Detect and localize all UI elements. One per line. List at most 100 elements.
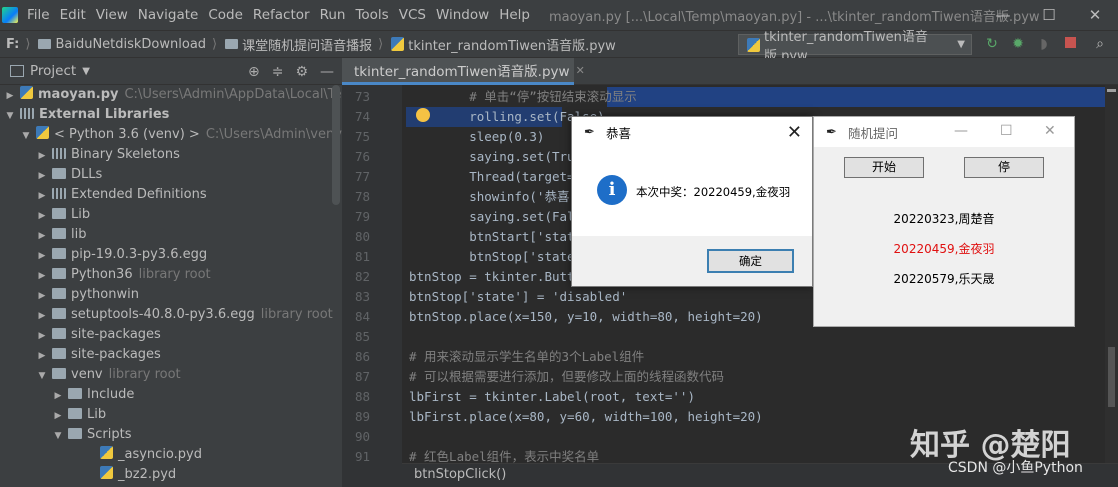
drive-label: F: xyxy=(6,36,20,52)
chevron-right-icon[interactable]: ▶ xyxy=(52,406,64,426)
tree-item[interactable]: ▶ pip-19.0.3-py3.6.egg xyxy=(0,245,342,265)
editor-tab[interactable]: tkinter_randomTiwen语音版.pyw ✕ xyxy=(342,58,585,85)
tree-item[interactable]: ▶ setuptools-40.8.0-py3.6.egg library root xyxy=(0,305,342,325)
chevron-down-icon[interactable]: ▼ xyxy=(20,126,32,146)
chevron-right-icon[interactable]: ▶ xyxy=(36,246,48,266)
hide-panel-icon[interactable]: — xyxy=(320,64,334,80)
chevron-right-icon[interactable]: ▶ xyxy=(36,186,48,206)
menu-navigate[interactable]: Navigate xyxy=(133,0,204,30)
stop-button[interactable]: 停 xyxy=(964,157,1044,178)
close-icon[interactable]: ✕ xyxy=(1044,123,1056,139)
minimize-icon[interactable]: — xyxy=(954,123,968,139)
run-configuration-select[interactable]: tkinter_randomTiwen语音版.pyw ▼ xyxy=(738,30,972,64)
selection-highlight xyxy=(607,87,1105,107)
tree-item-label: Extended Definitions xyxy=(71,187,207,202)
chevron-right-icon[interactable]: ▶ xyxy=(36,206,48,226)
gear-icon[interactable]: ⚙ xyxy=(295,64,308,80)
menu-help[interactable]: Help xyxy=(494,0,535,30)
locate-target-icon[interactable]: ⊕ xyxy=(248,64,260,80)
tree-item[interactable]: ▼ venv library root xyxy=(0,365,342,385)
tree-item[interactable]: ▶ maoyan.py C:\Users\Admin\AppData\Local\T… xyxy=(0,85,342,105)
tree-item-label: site-packages xyxy=(71,347,161,362)
chevron-down-icon[interactable]: ▼ xyxy=(4,106,16,126)
maximize-button[interactable]: ☐ xyxy=(1026,0,1072,30)
menu-vcs[interactable]: VCS xyxy=(394,0,431,30)
coverage-shield-icon[interactable]: ◗ xyxy=(1036,36,1052,52)
tree-item[interactable]: _bz2.pyd xyxy=(0,465,342,485)
project-tree-scrollbar[interactable] xyxy=(332,85,340,205)
chevron-right-icon[interactable]: ▶ xyxy=(4,86,16,106)
breadcrumb-item[interactable]: ⟩ 课堂随机提问语音播报 xyxy=(206,35,372,54)
random-question-window: ✒ 随机提问 — ☐ ✕ 开始 停 20220323,周楚音 20220459,… xyxy=(813,116,1075,327)
menu-view[interactable]: View xyxy=(91,0,133,30)
project-toolbar: ⊕ ≑ ⚙ — xyxy=(248,58,334,85)
stop-icon[interactable] xyxy=(1062,36,1078,52)
breadcrumb-item[interactable]: ⟩ tkinter_randomTiwen语音版.pyw xyxy=(372,35,616,54)
window-controls: — ☐ ✕ xyxy=(980,0,1118,30)
breadcrumb-item[interactable]: ⟩ BaiduNetdiskDownload xyxy=(19,37,206,52)
tree-item[interactable]: ▶ Python36 library root xyxy=(0,265,342,285)
chevron-right-icon[interactable]: ▶ xyxy=(52,386,64,406)
chevron-right-icon[interactable]: ▶ xyxy=(36,266,48,286)
chevron-right-icon[interactable]: ▶ xyxy=(36,346,48,366)
csdn-watermark: CSDN @小鱼Python xyxy=(948,460,1083,476)
rerun-icon[interactable]: ↻ xyxy=(984,36,1000,52)
line-number: 90 xyxy=(354,429,370,444)
code-line: # 可以根据需要进行添加，但要修改上面的线程函数代码 xyxy=(409,369,725,384)
menu-tools[interactable]: Tools xyxy=(350,0,393,30)
collapse-all-icon[interactable]: ≑ xyxy=(272,64,284,80)
tree-item-label: pip-19.0.3-py3.6.egg xyxy=(71,247,208,262)
breadcrumb-drive[interactable]: F: xyxy=(6,37,19,52)
debug-bug-icon[interactable]: ✹ xyxy=(1010,36,1026,52)
tree-item[interactable]: ▶ Binary Skeletons xyxy=(0,145,342,165)
project-panel-icon xyxy=(10,65,24,77)
tree-item[interactable]: ▶ DLLs xyxy=(0,165,342,185)
menu-run[interactable]: Run xyxy=(315,0,351,30)
tree-item[interactable]: ▶ Extended Definitions xyxy=(0,185,342,205)
chevron-down-icon[interactable]: ▼ xyxy=(52,426,64,446)
info-icon: i xyxy=(597,175,627,205)
code-line: saying.set(True) xyxy=(409,149,590,164)
menu-file[interactable]: File xyxy=(22,0,55,30)
chevron-right-icon[interactable]: ▶ xyxy=(36,166,48,186)
line-number: 74 xyxy=(354,109,370,124)
tree-item[interactable]: _asyncio.pyd xyxy=(0,445,342,465)
chevron-right-icon[interactable]: ▶ xyxy=(36,326,48,346)
menu-code[interactable]: Code xyxy=(203,0,248,30)
close-window-button[interactable]: ✕ xyxy=(1072,0,1118,30)
tree-item[interactable]: ▼ Scripts xyxy=(0,425,342,445)
tree-item[interactable]: ▶ lib xyxy=(0,225,342,245)
tree-item[interactable]: ▼ < Python 3.6 (venv) > C:\Users\Admin\ven… xyxy=(0,125,342,145)
maximize-icon[interactable]: ☐ xyxy=(1000,123,1013,139)
menu-edit[interactable]: Edit xyxy=(55,0,91,30)
tree-item[interactable]: ▶ pythonwin xyxy=(0,285,342,305)
start-button[interactable]: 开始 xyxy=(844,157,924,178)
chevron-right-icon[interactable]: ▶ xyxy=(36,306,48,326)
error-stripe[interactable] xyxy=(1105,85,1118,463)
menu-window[interactable]: Window xyxy=(431,0,494,30)
search-icon[interactable]: ⌕ xyxy=(1092,36,1108,52)
close-icon[interactable]: ✕ xyxy=(576,64,585,77)
close-icon[interactable]: ✕ xyxy=(787,122,802,143)
chevron-down-icon[interactable]: ▼ xyxy=(82,66,90,77)
folder-icon xyxy=(52,268,66,279)
folder-icon xyxy=(52,308,66,319)
menu-refactor[interactable]: Refactor xyxy=(248,0,315,30)
tree-item[interactable]: ▶ Lib xyxy=(0,205,342,225)
minimize-button[interactable]: — xyxy=(980,0,1026,30)
tree-item[interactable]: ▶ site-packages xyxy=(0,325,342,345)
tree-item[interactable]: ▼ External Libraries xyxy=(0,105,342,125)
chevron-right-icon[interactable]: ▶ xyxy=(36,226,48,246)
tree-item[interactable]: ▶ Lib xyxy=(0,405,342,425)
tree-item[interactable]: ▶ site-packages xyxy=(0,345,342,365)
code-line: saying.set(False) xyxy=(409,209,598,224)
tree-item[interactable]: ▶ Include xyxy=(0,385,342,405)
lightbulb-icon[interactable] xyxy=(416,108,430,122)
ok-button[interactable]: 确定 xyxy=(707,249,794,273)
chevron-right-icon[interactable]: ▶ xyxy=(36,286,48,306)
project-title[interactable]: Project xyxy=(30,63,76,79)
chevron-down-icon[interactable]: ▼ xyxy=(36,366,48,386)
chevron-right-icon[interactable]: ▶ xyxy=(36,146,48,166)
line-number: 76 xyxy=(354,149,370,164)
line-number: 89 xyxy=(354,409,370,424)
